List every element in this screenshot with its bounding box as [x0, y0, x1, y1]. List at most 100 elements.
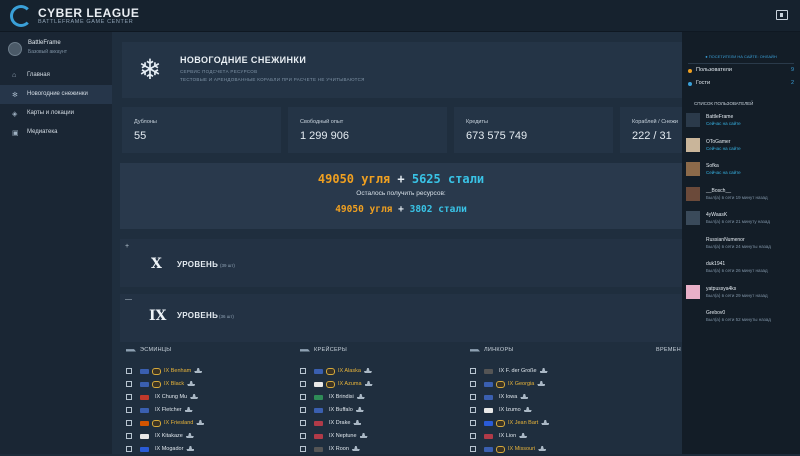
ship-name: IX F. der Große — [499, 368, 548, 374]
nation-flag-icon — [314, 369, 323, 374]
online-user-status: Был(а) в сети 26 минут назад — [706, 268, 768, 273]
online-user-name: Sofka — [706, 163, 719, 169]
ship-checkbox[interactable] — [300, 420, 306, 426]
ship-checkbox[interactable] — [470, 420, 476, 426]
ship-class-icon — [184, 407, 193, 413]
ship-checkbox[interactable] — [470, 394, 476, 400]
ship-row[interactable]: IX Iowa — [470, 392, 630, 404]
user-avatar — [686, 211, 700, 225]
ship-checkbox[interactable] — [126, 381, 132, 387]
ship-row[interactable]: IX Fletcher — [126, 405, 286, 417]
ship-checkbox[interactable] — [126, 446, 132, 452]
ship-row[interactable]: IX Drake — [300, 418, 460, 430]
ship-row[interactable]: IX Azuma — [300, 379, 460, 391]
ship-class-icon — [523, 407, 532, 413]
ship-name: IX Roon — [329, 446, 360, 452]
online-user[interactable]: __Bosch__ Был(а) в сети 19 минут назад — [686, 185, 796, 205]
ship-checkbox[interactable] — [470, 446, 476, 452]
ship-checkbox[interactable] — [300, 368, 306, 374]
ship-checkbox[interactable] — [470, 381, 476, 387]
sidebar-item-home[interactable]: ⌂ Главная — [0, 66, 112, 85]
ship-checkbox[interactable] — [300, 433, 306, 439]
ship-checkbox[interactable] — [126, 407, 132, 413]
ship-row[interactable]: IX Neptune — [300, 431, 460, 443]
profile-card-icon[interactable] — [776, 10, 788, 20]
logo[interactable]: CYBER LEAGUE BATTLEFRAME GAME CENTER — [10, 4, 139, 28]
ship-checkbox[interactable] — [126, 433, 132, 439]
resources-total: 49050 угля + 5625 стали — [120, 172, 682, 186]
user-role: Базовый аккаунт — [28, 49, 67, 55]
online-user-status: Сейчас на сайте — [706, 121, 741, 126]
nation-flag-icon — [484, 447, 493, 452]
sidebar-item-snowflakes[interactable]: ✻ Новогодние снежинки — [0, 85, 112, 104]
online-user[interactable]: OToGamer Сейчас на сайте — [686, 136, 796, 156]
online-user[interactable]: RussianNumenor Был(а) в сети 24 минуты на… — [686, 234, 796, 254]
nation-flag-icon — [484, 382, 493, 387]
ship-checkbox[interactable] — [126, 368, 132, 374]
ship-row[interactable]: IX Black — [126, 379, 286, 391]
ship-row[interactable]: IX F. der Große — [470, 366, 630, 378]
logo-subtitle: BATTLEFRAME GAME CENTER — [38, 19, 134, 25]
ship-row[interactable]: IX Mogador — [126, 444, 286, 456]
online-user-status: Был(а) в сети 21 минуту назад — [706, 219, 770, 224]
ship-checkbox[interactable] — [470, 368, 476, 374]
ship-row[interactable]: IX Brindisi — [300, 392, 460, 404]
ship-name: IX Mogador — [155, 446, 195, 452]
ship-checkbox[interactable] — [300, 381, 306, 387]
column-battleships: ЛИНКОРЫ — [470, 347, 514, 353]
expand-toggle[interactable]: + — [125, 243, 129, 250]
ship-checkbox[interactable] — [300, 407, 306, 413]
ship-name: IX Kitakaze — [155, 433, 194, 439]
ship-checkbox[interactable] — [126, 420, 132, 426]
ship-row[interactable]: IX Friesland — [126, 418, 286, 430]
ship-row[interactable]: IX Buffalo — [300, 405, 460, 417]
ship-class-icon — [520, 394, 529, 400]
tier-x-section[interactable]: + X УРОВЕНЬ (39 шт) — [120, 239, 682, 287]
ship-name: IX Alaska — [338, 368, 372, 374]
snowflake-icon: ❄ — [138, 54, 162, 85]
online-user[interactable]: BattleFrame Сейчас на сайте — [686, 111, 796, 131]
ship-row[interactable]: IX Benham — [126, 366, 286, 378]
ship-checkbox[interactable] — [470, 433, 476, 439]
resources-card: 49050 угля + 5625 стали Осталось получит… — [120, 163, 682, 229]
ship-name: IX Missouri — [508, 446, 547, 452]
ship-name: IX Neptune — [329, 433, 368, 439]
ship-checkbox[interactable] — [126, 394, 132, 400]
ship-class-icon — [538, 446, 547, 452]
tier-ix-section[interactable]: — IX УРОВЕНЬ (36 шт) — [120, 294, 682, 342]
online-user[interactable]: 4yWaasK Был(а) в сети 21 минуту назад — [686, 209, 796, 229]
collapse-toggle[interactable]: — — [125, 296, 132, 303]
ship-row[interactable]: IX Alaska — [300, 366, 460, 378]
ship-class-icon — [351, 446, 360, 452]
steel-left: 3802 стали — [409, 204, 467, 215]
online-user[interactable]: yatpussya4ks Был(а) в сети 29 минут назад — [686, 283, 796, 303]
online-user[interactable]: duk1941 Был(а) в сети 26 минут назад — [686, 258, 796, 278]
ship-class-icon — [356, 394, 365, 400]
ship-row[interactable]: IX Georgia — [470, 379, 630, 391]
guests-count: 2 — [790, 80, 794, 86]
ship-class-icon — [541, 420, 550, 426]
visitors-link[interactable]: ● ПОСЕТИТЕЛИ НА САЙТЕ: ОНЛАЙН — [682, 54, 800, 59]
sidebar-item-media[interactable]: ▣ Медиатека — [0, 123, 112, 142]
ship-row[interactable]: IX Roon — [300, 444, 460, 456]
online-user[interactable]: Sofka Сейчас на сайте — [686, 160, 796, 180]
sidebar-item-maps[interactable]: ◈ Карты и локации — [0, 104, 112, 123]
ship-class-icon — [186, 446, 195, 452]
divider — [688, 63, 794, 64]
ship-row[interactable]: IX Izumo — [470, 405, 630, 417]
ship-row[interactable]: IX Chung Mu — [126, 392, 286, 404]
ship-row[interactable]: IX Lion — [470, 431, 630, 443]
ship-checkbox[interactable] — [300, 394, 306, 400]
ship-row[interactable]: IX Jean Bart — [470, 418, 630, 430]
ship-row[interactable]: IX Kitakaze — [126, 431, 286, 443]
online-user[interactable]: Grebov0 Был(а) в сети 52 минуты назад — [686, 307, 796, 327]
guests-label: Гости — [696, 80, 711, 86]
ship-checkbox[interactable] — [470, 407, 476, 413]
ship-checkbox[interactable] — [300, 446, 306, 452]
ship-row[interactable]: IX Missouri — [470, 444, 630, 456]
nation-flag-icon — [140, 434, 149, 439]
sidebar-user[interactable]: BattleFrame Базовый аккаунт — [8, 40, 108, 64]
coal-left: 49050 угля — [335, 204, 393, 215]
page-header: ❄ НОВОГОДНИЕ СНЕЖИНКИ СЕРВИС ПОДСЧЕТА РЕ… — [122, 42, 682, 98]
online-user-name: OToGamer — [706, 138, 731, 145]
